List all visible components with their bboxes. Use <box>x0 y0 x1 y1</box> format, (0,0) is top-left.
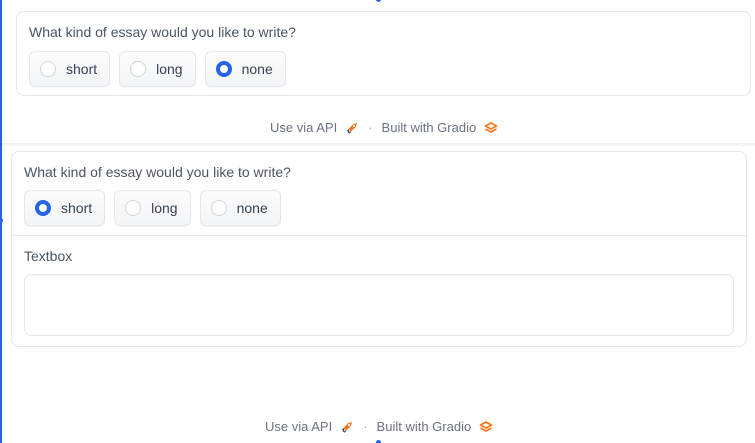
top-radio-option-short[interactable]: short <box>29 51 111 87</box>
radio-option-label: none <box>241 61 273 77</box>
bottom-footer: Use via API · Built with Gradio <box>265 419 493 434</box>
built-with-gradio-link[interactable]: Built with Gradio <box>377 419 472 434</box>
top-radio-label: What kind of essay would you like to wri… <box>29 24 296 40</box>
use-via-api-link[interactable]: Use via API <box>270 120 337 135</box>
top-edge-dot <box>376 0 381 2</box>
top-radio-group: short long none <box>29 51 286 87</box>
gradio-logo-icon <box>479 420 493 434</box>
radio-circle-icon <box>40 61 56 77</box>
section-shadow <box>0 143 755 147</box>
bottom-radio-option-short[interactable]: short <box>24 190 106 226</box>
radio-circle-icon <box>125 200 142 216</box>
left-edge-dot <box>0 218 3 223</box>
top-footer: Use via API · Built with Gradio <box>270 120 498 135</box>
page: What kind of essay would you like to wri… <box>0 0 755 443</box>
rocket-icon <box>340 420 354 434</box>
radio-option-label: short <box>66 61 98 77</box>
radio-checked-icon <box>35 200 51 216</box>
built-with-gradio-link[interactable]: Built with Gradio <box>382 120 477 135</box>
footer-separator: · <box>363 419 368 434</box>
block-divider <box>11 235 746 236</box>
textbox-input[interactable] <box>24 274 734 336</box>
footer-separator: · <box>368 120 373 135</box>
radio-circle-icon <box>210 200 227 216</box>
gradio-logo-icon <box>484 121 498 135</box>
bottom-radio-group: short long none <box>24 190 281 226</box>
rocket-icon <box>345 121 359 135</box>
radio-option-label: short <box>61 200 93 216</box>
radio-circle-icon <box>130 61 147 77</box>
top-radio-option-long[interactable]: long <box>119 51 196 87</box>
radio-option-label: long <box>151 200 178 216</box>
bottom-radio-option-long[interactable]: long <box>114 190 191 226</box>
bottom-radio-option-none[interactable]: none <box>199 190 281 226</box>
top-radio-block: What kind of essay would you like to wri… <box>16 11 751 96</box>
bottom-radio-label: What kind of essay would you like to wri… <box>24 164 291 180</box>
radio-option-label: long <box>156 61 183 77</box>
radio-option-label: none <box>236 200 268 216</box>
use-via-api-link[interactable]: Use via API <box>265 419 332 434</box>
textbox-label: Textbox <box>24 248 73 264</box>
radio-checked-icon <box>215 61 232 77</box>
top-radio-option-none[interactable]: none <box>204 51 286 87</box>
bottom-app-block: What kind of essay would you like to wri… <box>11 151 747 347</box>
